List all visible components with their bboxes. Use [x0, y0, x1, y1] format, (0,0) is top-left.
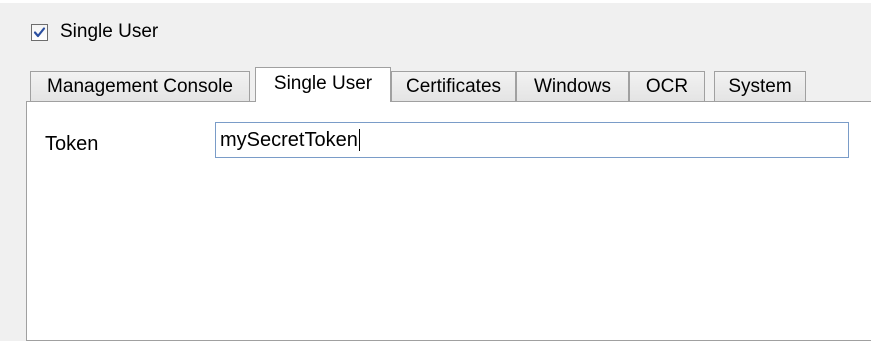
single-user-checkbox-label: Single User [60, 21, 159, 42]
tab-management-console[interactable]: Management Console [30, 71, 250, 101]
tab-windows[interactable]: Windows [516, 71, 629, 101]
token-label: Token [45, 133, 99, 155]
window-top-edge [0, 0, 871, 3]
tab-certificates[interactable]: Certificates [391, 71, 516, 101]
check-mark-icon [33, 26, 46, 37]
checkbox-box[interactable] [31, 23, 48, 41]
settings-tab-strip: Management Console Single User Certifica… [30, 67, 830, 102]
text-caret [358, 129, 360, 151]
tab-system[interactable]: System [714, 71, 806, 101]
single-user-tab-panel: Token mySecretToken [26, 101, 871, 341]
tab-ocr[interactable]: OCR [629, 71, 705, 101]
token-input[interactable]: mySecretToken [215, 122, 849, 158]
tab-single-user[interactable]: Single User [255, 67, 391, 102]
token-input-value: mySecretToken [220, 129, 358, 151]
single-user-checkbox[interactable]: Single User [31, 20, 158, 44]
